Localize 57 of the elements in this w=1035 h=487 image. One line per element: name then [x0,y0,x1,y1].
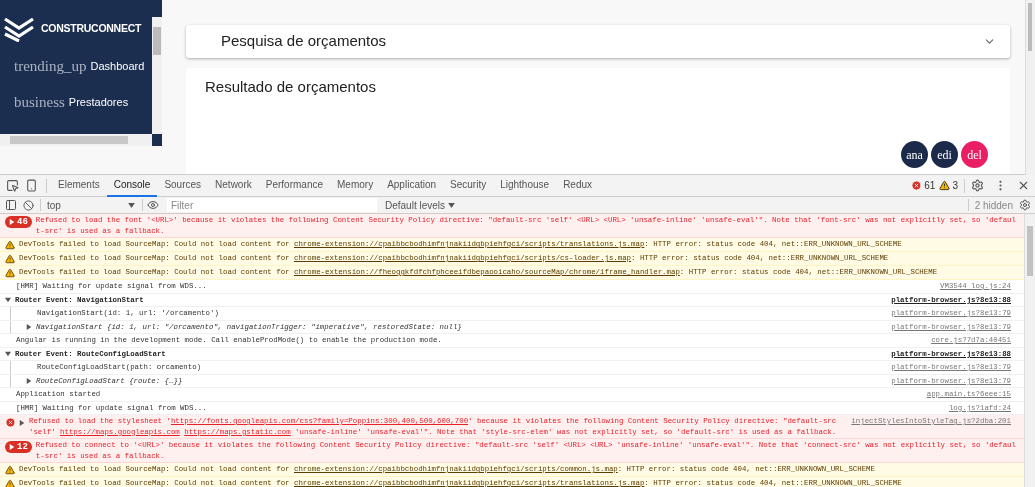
count-badge[interactable]: 46 [5,216,32,228]
caret-icon [448,202,456,208]
expanded-triangle-icon[interactable] [5,350,11,357]
sidebar-item[interactable]: business Prestadores [0,90,129,114]
device-icon[interactable] [25,179,38,192]
error-icon [5,417,16,428]
warning-count[interactable]: 3 [952,178,958,193]
logo-text: CONSTRUCONNECT [41,21,142,37]
collapsed-triangle-icon[interactable] [19,419,25,426]
filter-field[interactable]: Filter [167,198,377,212]
caret-icon [128,202,135,208]
logo-icon [3,16,35,42]
warning-icon [5,268,15,278]
devtools-tab[interactable]: Network [208,174,259,197]
icon-text: trending_up [14,56,87,76]
collapsed-triangle-icon[interactable] [9,219,15,225]
settings-icon[interactable] [971,179,984,192]
collapsed-triangle-icon[interactable] [26,323,32,330]
sidebar-toggle-icon[interactable] [5,199,17,211]
inspect-icon[interactable] [6,179,19,192]
context-select[interactable]: top [44,197,138,213]
warning-icon [5,479,15,487]
devtools-tab[interactable]: Security [443,174,494,197]
scrollbar[interactable] [0,134,152,146]
devtools-tab[interactable]: Elements [51,174,107,197]
eye-icon[interactable] [147,199,159,211]
warning-icon [5,240,15,250]
action-button[interactable]: edi [931,141,958,168]
devtools-tab[interactable]: Application [380,174,444,197]
warning-icon [939,180,951,191]
icon-text: business [14,92,65,112]
expanded-triangle-icon[interactable] [5,296,11,303]
count-badge[interactable]: 12 [5,441,32,453]
levels-dropdown[interactable]: Default levels [385,197,456,213]
panel-title: Resultado de orçamentos [205,77,377,97]
search-panel[interactable]: Pesquisa de orçamentos [186,25,1010,58]
scrollbar[interactable] [1024,214,1035,487]
devtools-tab[interactable]: Lighthouse [493,174,557,197]
warning-icon [5,465,15,475]
scrollbar[interactable] [1025,0,1035,175]
action-button[interactable]: del [961,141,988,168]
devtools-tab[interactable]: Sources [157,174,209,197]
devtools-tab[interactable]: Performance [258,174,330,197]
clear-icon[interactable] [23,199,34,211]
collapsed-triangle-icon[interactable] [9,444,15,450]
warning-icon [5,254,15,264]
settings-icon[interactable] [1019,199,1031,211]
error-count[interactable]: 61 [924,178,936,193]
action-button[interactable]: ana [901,141,928,168]
collapsed-triangle-icon[interactable] [26,377,32,384]
close-icon[interactable] [1017,179,1030,192]
devtools-tab[interactable]: Redux [556,174,600,197]
sidebar-item[interactable]: trending_up Dashboard [0,54,145,78]
hidden-count: 2 hidden [974,198,1013,213]
devtools-tab[interactable]: Memory [330,174,381,197]
scrollbar[interactable] [152,17,162,134]
error-icon [911,180,923,191]
